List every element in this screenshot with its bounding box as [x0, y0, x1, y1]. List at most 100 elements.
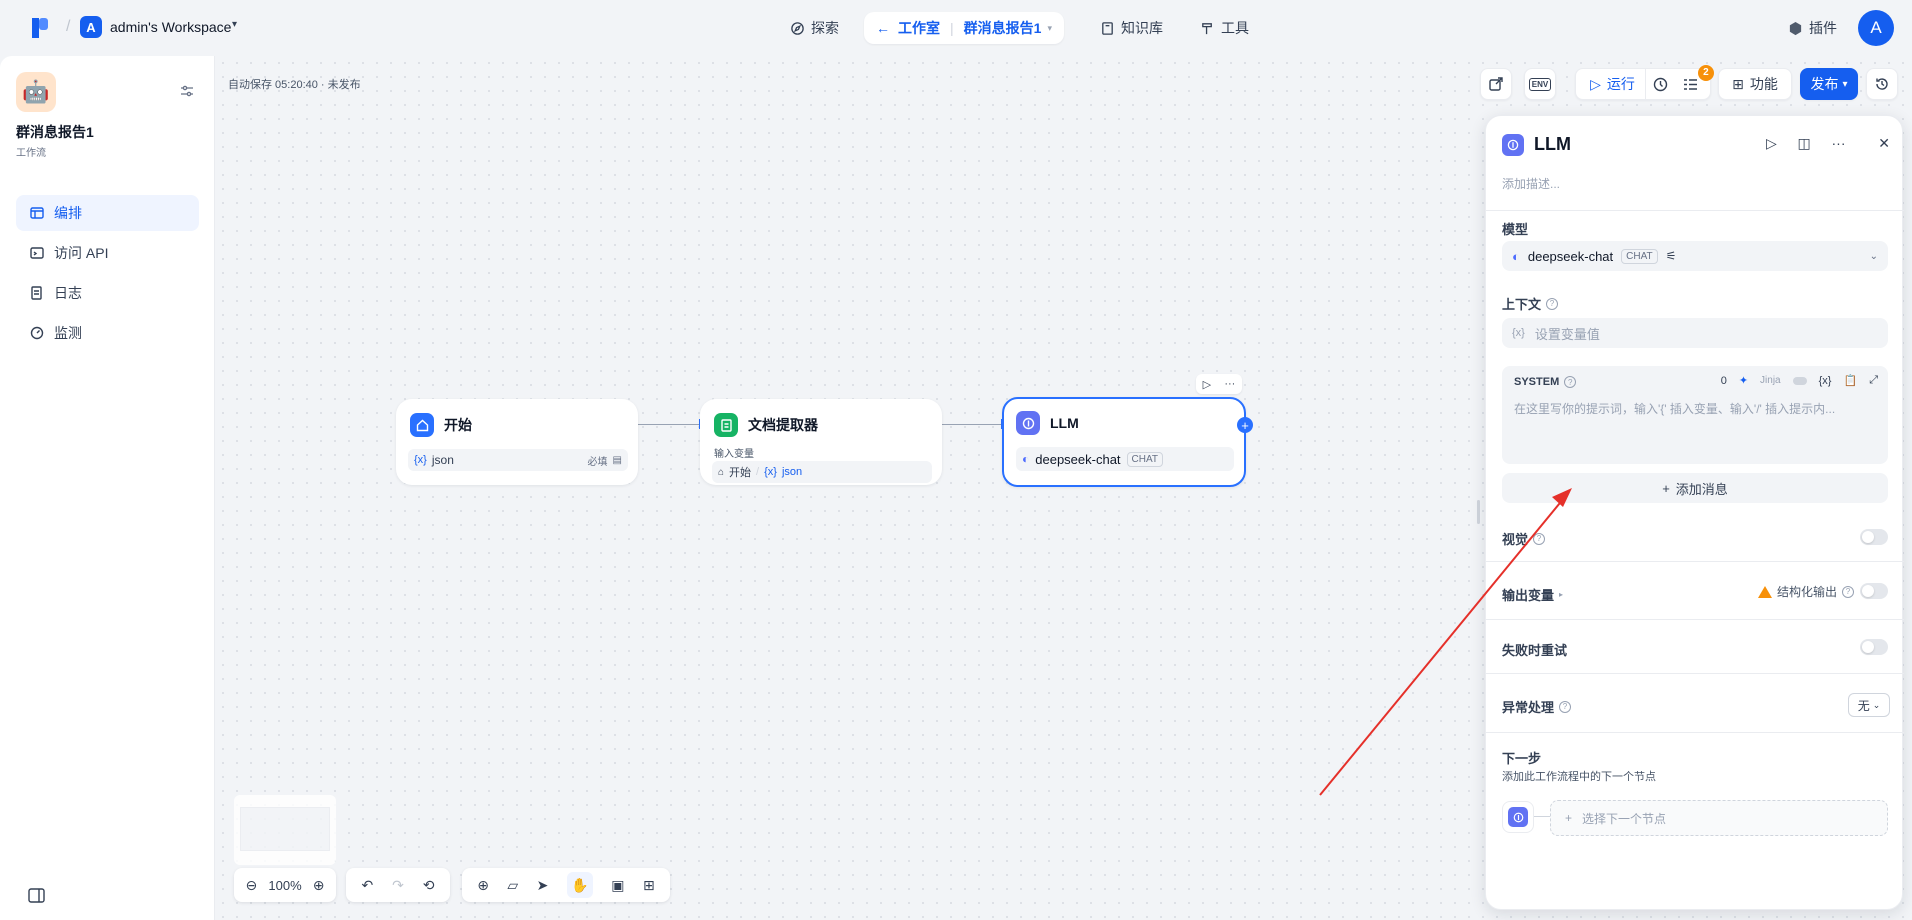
help-icon[interactable]: ?: [1842, 585, 1855, 598]
node-llm[interactable]: LLM ◐ deepseek-chat CHAT: [1002, 397, 1246, 487]
sidebar-item-monitor[interactable]: 监测: [16, 315, 199, 351]
panel-title[interactable]: LLM: [1534, 134, 1571, 155]
run-label: 运行: [1606, 76, 1635, 92]
chevron-down-icon[interactable]: ▾: [1047, 23, 1052, 34]
help-book-icon[interactable]: ◫: [1798, 135, 1811, 152]
hammer-icon: [1202, 22, 1212, 34]
structured-output-toggle[interactable]: [1860, 583, 1888, 599]
vision-toggle[interactable]: [1860, 529, 1888, 545]
play-icon[interactable]: ▷: [1766, 135, 1777, 152]
settings-sliders-icon[interactable]: ⚟: [1666, 249, 1677, 263]
edge-start-doc[interactable]: [638, 424, 700, 425]
workspace-name[interactable]: admin's Workspace: [110, 19, 231, 35]
panel-resize-handle[interactable]: [1477, 500, 1480, 524]
edge-doc-llm[interactable]: [942, 424, 1002, 425]
description-input[interactable]: 添加描述...: [1502, 175, 1560, 192]
redo-icon[interactable]: ↷: [392, 877, 404, 894]
sparkle-icon[interactable]: ✦: [1739, 374, 1748, 387]
node-start[interactable]: 开始 {x} json 必填 ▤: [396, 399, 638, 485]
nav-tools[interactable]: 工具: [1190, 12, 1259, 44]
jinja-toggle[interactable]: [1792, 376, 1807, 385]
chevron-down-icon[interactable]: ▾: [232, 19, 237, 30]
publish-label: 发布: [1810, 76, 1839, 92]
context-variable-input[interactable]: {x} 设置变量值: [1502, 318, 1888, 348]
help-icon[interactable]: ?: [1546, 297, 1559, 310]
robot-icon: 🤖: [16, 72, 56, 112]
hand-icon[interactable]: ✋: [566, 872, 593, 898]
model-select[interactable]: ◐ deepseek-chat CHAT ⚟ ⌄: [1502, 241, 1888, 271]
sidebar-item-logs[interactable]: 日志: [16, 275, 199, 311]
version-history-button[interactable]: [1866, 68, 1898, 100]
sidebar-collapse-icon[interactable]: [28, 888, 45, 903]
settings-sliders-icon[interactable]: [180, 84, 194, 98]
chevron-down-icon: ⌄: [1872, 699, 1881, 710]
plus-icon: +: [1565, 811, 1573, 825]
features-button[interactable]: ⊞ 功能: [1718, 68, 1792, 100]
checklist-button[interactable]: 2: [1676, 64, 1714, 92]
add-next-node-icon[interactable]: +: [1237, 417, 1253, 433]
publish-button[interactable]: 发布 ▾: [1800, 68, 1858, 100]
divider: [1486, 561, 1904, 562]
zoom-in-icon[interactable]: ⊕: [313, 877, 325, 894]
add-note-icon[interactable]: ▱: [507, 877, 518, 894]
checklist-history-button[interactable]: [1646, 77, 1676, 92]
help-icon[interactable]: ?: [1559, 700, 1572, 713]
node-doc-extractor[interactable]: 文档提取器 输入变量 ⌂ 开始 / {x} json: [700, 399, 942, 485]
more-icon[interactable]: ···: [1224, 378, 1235, 390]
llm-model-chip[interactable]: ◐ deepseek-chat CHAT: [1016, 447, 1234, 471]
zoom-level[interactable]: 100%: [268, 878, 301, 893]
sidebar-item-orchestrate[interactable]: 编排: [16, 195, 199, 231]
cube-icon: [1789, 21, 1802, 35]
connector-line: [1534, 816, 1550, 817]
model-name: deepseek-chat: [1527, 248, 1614, 264]
doc-input-variable[interactable]: ⌂ 开始 / {x} json: [712, 461, 932, 483]
history-icon[interactable]: ⟲: [423, 877, 435, 894]
help-icon[interactable]: ?: [1564, 376, 1577, 388]
divider: [1486, 619, 1904, 620]
close-icon[interactable]: ✕: [1878, 135, 1890, 152]
sidebar-item-label: 编排: [54, 205, 82, 221]
minimap-viewport[interactable]: [240, 807, 330, 851]
nav-knowledge[interactable]: 知识库: [1090, 12, 1173, 44]
nav-app-name[interactable]: 群消息报告1: [964, 18, 1042, 38]
user-avatar[interactable]: A: [1858, 10, 1894, 46]
add-node-icon[interactable]: ⊕: [477, 877, 489, 894]
retry-toggle[interactable]: [1860, 639, 1888, 655]
env-button[interactable]: ENV: [1524, 68, 1556, 100]
sidebar-item-api[interactable]: 访问 API: [16, 235, 199, 271]
checklist-badge: 2: [1697, 64, 1714, 81]
add-message-button[interactable]: + 添加消息: [1502, 473, 1888, 503]
expand-icon[interactable]: ⤢: [1869, 374, 1878, 387]
organize-icon[interactable]: ⊞: [643, 877, 655, 894]
system-prompt-placeholder[interactable]: 在这里写你的提示词，输入'{' 插入变量、输入'/' 插入提示内...: [1514, 400, 1876, 417]
select-next-node-button[interactable]: + 选择下一个节点: [1550, 800, 1888, 836]
minimap[interactable]: [234, 795, 336, 865]
pointer-icon[interactable]: ➤: [537, 877, 549, 894]
app-logo-icon[interactable]: [30, 16, 52, 40]
nav-explore[interactable]: 探索: [780, 12, 849, 44]
help-icon[interactable]: ?: [1533, 532, 1546, 545]
system-label: SYSTEM ?: [1514, 376, 1577, 388]
clipboard-icon[interactable]: 📋: [1843, 374, 1857, 387]
run-button[interactable]: ▷ 运行: [1580, 69, 1646, 99]
start-variable[interactable]: {x} json 必填 ▤: [408, 449, 628, 471]
more-icon[interactable]: ···: [1832, 135, 1846, 152]
export-image-icon[interactable]: ▣: [611, 877, 624, 894]
node-title: LLM: [1050, 415, 1079, 431]
nav-studio[interactable]: ← 工作室 | 群消息报告1 ▾: [864, 12, 1064, 44]
workspace-avatar[interactable]: A: [80, 16, 102, 38]
source-node-name: 开始: [729, 467, 752, 479]
chevron-down-icon: ▾: [1842, 78, 1848, 90]
play-icon[interactable]: ▷: [1203, 378, 1211, 391]
layout-icon: [30, 207, 44, 219]
nav-plugins[interactable]: 插件: [1778, 12, 1847, 44]
system-prompt-editor[interactable]: SYSTEM ? 0 ✦ Jinja {x} 📋 ⤢ 在这里写你的提示词，输入'…: [1502, 366, 1888, 464]
output-variables-label[interactable]: 输出变量 ▸: [1502, 585, 1563, 604]
breadcrumb-separator: /: [66, 18, 71, 35]
undo-icon[interactable]: ↶: [361, 877, 373, 894]
insert-variable-icon[interactable]: {x}: [1819, 375, 1832, 387]
error-handling-select[interactable]: 无 ⌄: [1848, 693, 1890, 717]
share-button[interactable]: [1480, 68, 1512, 100]
zoom-out-icon[interactable]: ⊖: [246, 877, 258, 894]
system-label-text: SYSTEM: [1514, 376, 1560, 388]
